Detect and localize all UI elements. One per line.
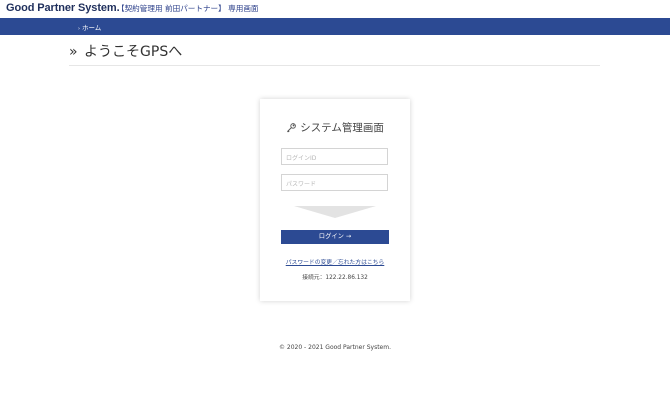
page-title: » ようこそGPSへ xyxy=(69,41,182,61)
title-divider xyxy=(69,65,600,66)
breadcrumb[interactable]: › ホーム xyxy=(78,22,101,32)
breadcrumb-home[interactable]: ホーム xyxy=(82,24,101,32)
login-button[interactable]: ログイン → xyxy=(281,230,389,244)
login-title: システム管理画面 xyxy=(260,120,410,135)
double-chevron-icon: » xyxy=(69,44,78,60)
header-subtitle: 【契約管理用 前田パートナー】 専用画面 xyxy=(117,4,259,13)
login-title-text: システム管理画面 xyxy=(300,122,384,134)
logo[interactable]: Good Partner System. xyxy=(6,2,120,14)
page-title-text: ようこそGPSへ xyxy=(84,44,183,60)
password-input[interactable]: パスワード xyxy=(281,174,388,191)
copyright: © 2020 - 2021 Good Partner System. xyxy=(278,344,392,351)
nav-bar: › ホーム xyxy=(0,18,670,35)
login-card: システム管理画面 ログインID パスワード ログイン → パスワードの変更／忘れ… xyxy=(260,99,410,301)
connection-info: 接続元：122.22.86.132 xyxy=(302,275,368,281)
login-id-input[interactable]: ログインID xyxy=(281,148,388,165)
password-reset-link[interactable]: パスワードの変更／忘れた方はこちら xyxy=(260,257,410,266)
chevron-right-icon: › xyxy=(78,26,80,32)
key-icon xyxy=(287,123,297,133)
logo-text: Good Partner System xyxy=(6,2,117,14)
top-header: Good Partner System. 【契約管理用 前田パートナー】 専用画… xyxy=(0,0,670,18)
down-triangle-icon xyxy=(294,206,376,218)
